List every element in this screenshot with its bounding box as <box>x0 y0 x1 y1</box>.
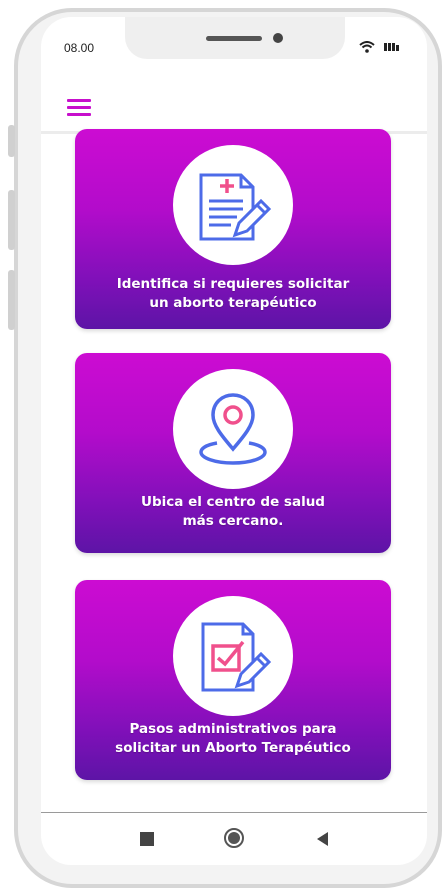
status-icons <box>359 41 399 53</box>
card-label-line-2: más cercano. <box>182 513 284 529</box>
battery-icon <box>384 43 399 51</box>
nav-divider <box>41 812 427 813</box>
card-identify-abortion[interactable]: Identifica si requieres solicitar un abo… <box>75 129 391 329</box>
speaker <box>206 36 262 41</box>
phone-volume-up-button <box>8 190 15 250</box>
card-label-line-1: Identifica si requieres solicitar <box>116 276 350 292</box>
card-label: Identifica si requieres solicitar un abo… <box>75 275 391 313</box>
camera <box>273 33 283 43</box>
card-label-line-2: un aborto terapéutico <box>149 295 317 311</box>
medical-form-pencil-icon <box>199 173 272 241</box>
card-label: Ubica el centro de salud más cercano. <box>75 493 391 531</box>
card-label-line-2: solicitar un Aborto Terapéutico <box>115 740 351 756</box>
hamburger-menu-icon[interactable] <box>67 99 91 117</box>
card-label-line-1: Ubica el centro de salud <box>141 494 325 510</box>
checklist-pencil-icon <box>201 622 272 692</box>
card-administrative-steps[interactable]: Pasos administrativos para solicitar un … <box>75 580 391 780</box>
card-nearest-health-center[interactable]: Ubica el centro de salud más cercano. <box>75 353 391 553</box>
wifi-icon <box>359 41 375 53</box>
card-icon-circle <box>173 369 293 489</box>
back-icon[interactable] <box>317 832 328 846</box>
card-icon-circle <box>173 145 293 265</box>
recent-apps-icon[interactable] <box>140 832 154 846</box>
status-time: 08.00 <box>64 41 95 55</box>
card-label-line-1: Pasos administrativos para <box>129 721 337 737</box>
location-pin-icon <box>199 393 267 465</box>
phone-volume-down-button <box>8 270 15 330</box>
card-icon-circle <box>173 596 293 716</box>
notch <box>125 17 345 59</box>
phone-screen: 08.00 Identifica si requieres solicitar … <box>41 17 427 865</box>
card-label: Pasos administrativos para solicitar un … <box>75 720 391 758</box>
phone-mute-button <box>8 125 15 157</box>
home-icon[interactable] <box>224 828 244 848</box>
